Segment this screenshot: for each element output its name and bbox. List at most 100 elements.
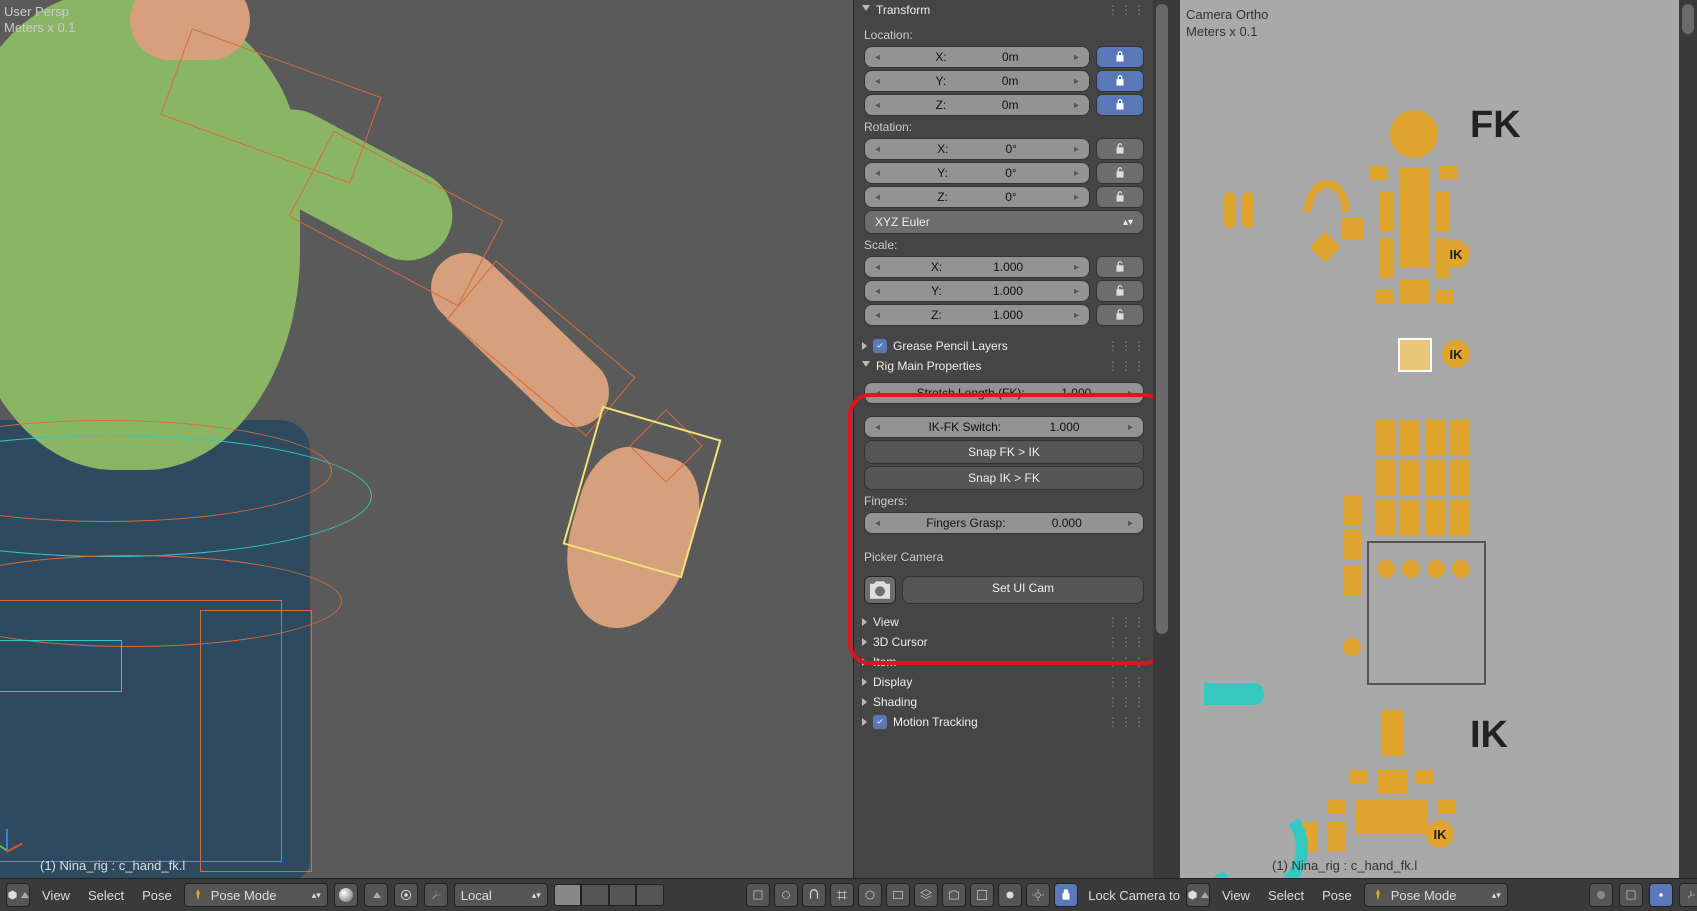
picker-finger[interactable] [1375,460,1395,496]
ikfk-switch-field[interactable]: ◂IK-FK Switch:1.000▸ [864,416,1144,438]
viewport-picker-right[interactable]: Camera Ortho Meters x 0.1 FK IK IK IK [1180,0,1697,879]
picker-arm-l2[interactable] [1380,238,1394,278]
picker-head[interactable] [1390,110,1438,158]
picker-cam-icon-button[interactable] [864,576,896,604]
picker-finger[interactable] [1425,460,1445,496]
set-ui-cam-button[interactable]: Set UI Cam [902,576,1144,604]
picker-knuckle[interactable] [1377,560,1395,578]
header-icon[interactable] [886,883,910,907]
picker-finger[interactable] [1425,500,1445,536]
display-header[interactable]: Display⋮⋮⋮ [854,672,1154,692]
picker-shoulder-l[interactable] [1370,166,1388,180]
picker-thumb-base[interactable] [1343,638,1361,656]
fingers-grasp-field[interactable]: ◂Fingers Grasp:0.000▸ [864,512,1144,534]
picker-thumb[interactable] [1343,495,1361,525]
drag-grip-icon[interactable]: ⋮⋮⋮ [1107,615,1146,629]
header-icon[interactable] [830,883,854,907]
picker-finger[interactable] [1450,500,1470,536]
editor-type-menu-r[interactable] [1186,883,1210,907]
stretch-length-field[interactable]: ◂Stretch Length (FK):1.000▸ [864,382,1144,404]
header-icon[interactable] [802,883,826,907]
header-icon-r[interactable] [1589,883,1613,907]
mode-select[interactable]: Pose Mode ▴▾ [184,883,328,907]
picker-hip-r[interactable] [1436,290,1454,304]
viewport-3d-left[interactable]: User Persp Meters x 0.1 (1) Nina_rig : c… [0,0,853,879]
layer-buttons[interactable] [554,884,664,906]
scale-x-field[interactable]: ◂X:1.000▸ [864,256,1090,278]
header-icon-r[interactable] [1619,883,1643,907]
lock-scale-z[interactable] [1096,304,1144,326]
viewport-shading-solid[interactable] [334,883,358,907]
picker-finger[interactable] [1375,500,1395,536]
menu-select-r[interactable]: Select [1262,884,1310,906]
menu-pose[interactable]: Pose [136,884,178,906]
picker-finger[interactable] [1400,420,1420,456]
drag-grip-icon[interactable]: ⋮⋮⋮ [1107,655,1146,669]
rotation-x-field[interactable]: ◂X:0°▸ [864,138,1090,160]
picker-knuckle[interactable] [1452,560,1470,578]
picker-pelvis[interactable] [1400,280,1430,304]
picker-ik-pelvis[interactable] [1378,770,1408,794]
picker-spine[interactable] [1400,168,1430,268]
orientation-select[interactable]: Local▴▾ [454,883,548,907]
menu-select[interactable]: Select [82,884,130,906]
picker-ik-spine[interactable] [1382,710,1404,756]
snap-fk-ik-button[interactable]: Snap FK > IK [864,440,1144,464]
picker-ik-r[interactable] [1416,770,1434,784]
motion-tracking-header[interactable]: Motion Tracking⋮⋮⋮ [854,712,1154,732]
panel-scrollbar[interactable] [1153,0,1171,879]
header-icon-r[interactable] [1679,883,1697,907]
grease-pencil-header[interactable]: Grease Pencil Layers ⋮⋮⋮ [854,336,1154,356]
picker-finger[interactable] [1450,420,1470,456]
rotation-mode-select[interactable]: XYZ Euler ▴▾ [864,210,1144,234]
picker-selected-hand-fk[interactable] [1398,338,1432,372]
lock-location-y[interactable] [1096,70,1144,92]
picker-thumb[interactable] [1343,565,1361,595]
editor-type-menu[interactable] [6,883,30,907]
drag-grip-icon[interactable]: ⋮⋮⋮ [1107,695,1146,709]
menu-view-r[interactable]: View [1216,884,1256,906]
ik-badge-bottom[interactable]: IK [1426,820,1454,848]
lock-location-z[interactable] [1096,94,1144,116]
pivot-menu[interactable] [394,883,418,907]
picker-shoulder-r[interactable] [1440,166,1458,180]
transform-header[interactable]: Transform ⋮⋮⋮ [854,0,1154,20]
header-icon[interactable] [774,883,798,907]
lock-rotation-y[interactable] [1096,162,1144,184]
picker-arm-l1[interactable] [1380,192,1394,232]
viewport-shading-menu[interactable] [364,883,388,907]
lock-scale-y[interactable] [1096,280,1144,302]
picker-brow[interactable] [1304,180,1350,212]
drag-grip-icon[interactable]: ⋮⋮⋮ [1107,675,1146,689]
picker-pelvis-side[interactable] [1342,218,1364,240]
drag-grip-icon[interactable]: ⋮⋮⋮ [1107,359,1146,373]
scrollbar-thumb[interactable] [1156,4,1168,634]
picker-eye-l[interactable] [1224,192,1236,228]
motion-tracking-checkbox[interactable] [873,715,887,729]
rotation-z-field[interactable]: ◂Z:0°▸ [864,186,1090,208]
rotation-y-field[interactable]: ◂Y:0°▸ [864,162,1090,184]
picker-hip-l[interactable] [1376,290,1394,304]
location-z-field[interactable]: ◂Z:0m▸ [864,94,1090,116]
picker-ik-l[interactable] [1350,770,1368,784]
scrollbar-thumb[interactable] [1682,4,1694,34]
lock-rotation-x[interactable] [1096,138,1144,160]
picker-cyan-bar[interactable] [1204,683,1264,705]
mode-select-r[interactable]: Pose Mode ▴▾ [1364,883,1508,907]
header-icon[interactable] [998,883,1022,907]
header-icon[interactable] [746,883,770,907]
lock-camera-toggle[interactable] [1054,883,1078,907]
header-icon[interactable] [914,883,938,907]
view-header[interactable]: View⋮⋮⋮ [854,612,1154,632]
grease-pencil-checkbox[interactable] [873,339,887,353]
picker-finger[interactable] [1400,500,1420,536]
header-icon-r[interactable] [1649,883,1673,907]
ik-badge-upper[interactable]: IK [1442,240,1470,268]
manipulator-toggle[interactable] [424,883,448,907]
picker-arm-r1[interactable] [1436,192,1450,232]
shading-header[interactable]: Shading⋮⋮⋮ [854,692,1154,712]
ik-badge-lower[interactable]: IK [1442,340,1470,368]
picker-thumb[interactable] [1343,530,1361,560]
header-icon[interactable] [1026,883,1050,907]
scale-y-field[interactable]: ◂Y:1.000▸ [864,280,1090,302]
